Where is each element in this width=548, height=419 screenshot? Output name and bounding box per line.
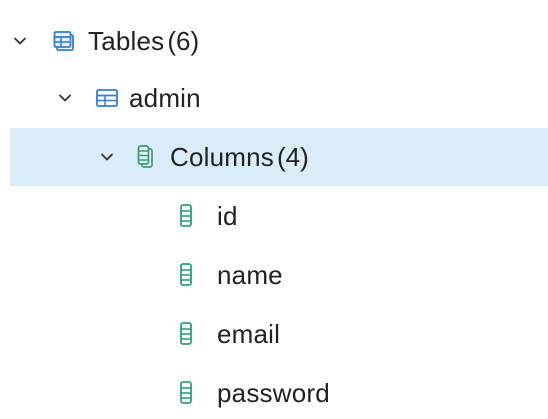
column-icon	[174, 262, 198, 288]
tree-node-column-name[interactable]: name	[0, 246, 548, 304]
columns-icon	[134, 144, 158, 170]
tree-node-tables[interactable]: Tables (6)	[0, 12, 548, 70]
tree-node-count: (6)	[167, 25, 200, 56]
chevron-down-icon[interactable]	[10, 31, 30, 51]
tree-node-label: Tables	[88, 25, 165, 56]
tree-node-label: id	[217, 200, 238, 231]
object-tree: Tables (6) admin Columns (4) id name ema…	[0, 0, 548, 419]
chevron-down-icon[interactable]	[55, 88, 75, 108]
tree-node-label: name	[217, 259, 283, 290]
table-icon	[95, 85, 119, 111]
column-icon	[174, 203, 198, 229]
tree-node-admin[interactable]: admin	[0, 69, 548, 127]
tree-node-column-email[interactable]: email	[0, 305, 548, 363]
chevron-down-icon[interactable]	[97, 147, 117, 167]
tree-node-count: (4)	[277, 141, 309, 172]
tree-node-label: Columns	[170, 141, 274, 172]
tree-node-column-id[interactable]: id	[0, 187, 548, 245]
tree-node-label: email	[217, 318, 281, 349]
tables-icon	[52, 28, 76, 54]
tree-node-column-password[interactable]: password	[0, 364, 548, 419]
tree-node-columns[interactable]: Columns (4)	[10, 128, 548, 186]
column-icon	[174, 321, 198, 347]
tree-node-label: password	[217, 377, 330, 408]
tree-node-label: admin	[129, 82, 201, 113]
column-icon	[174, 380, 198, 406]
